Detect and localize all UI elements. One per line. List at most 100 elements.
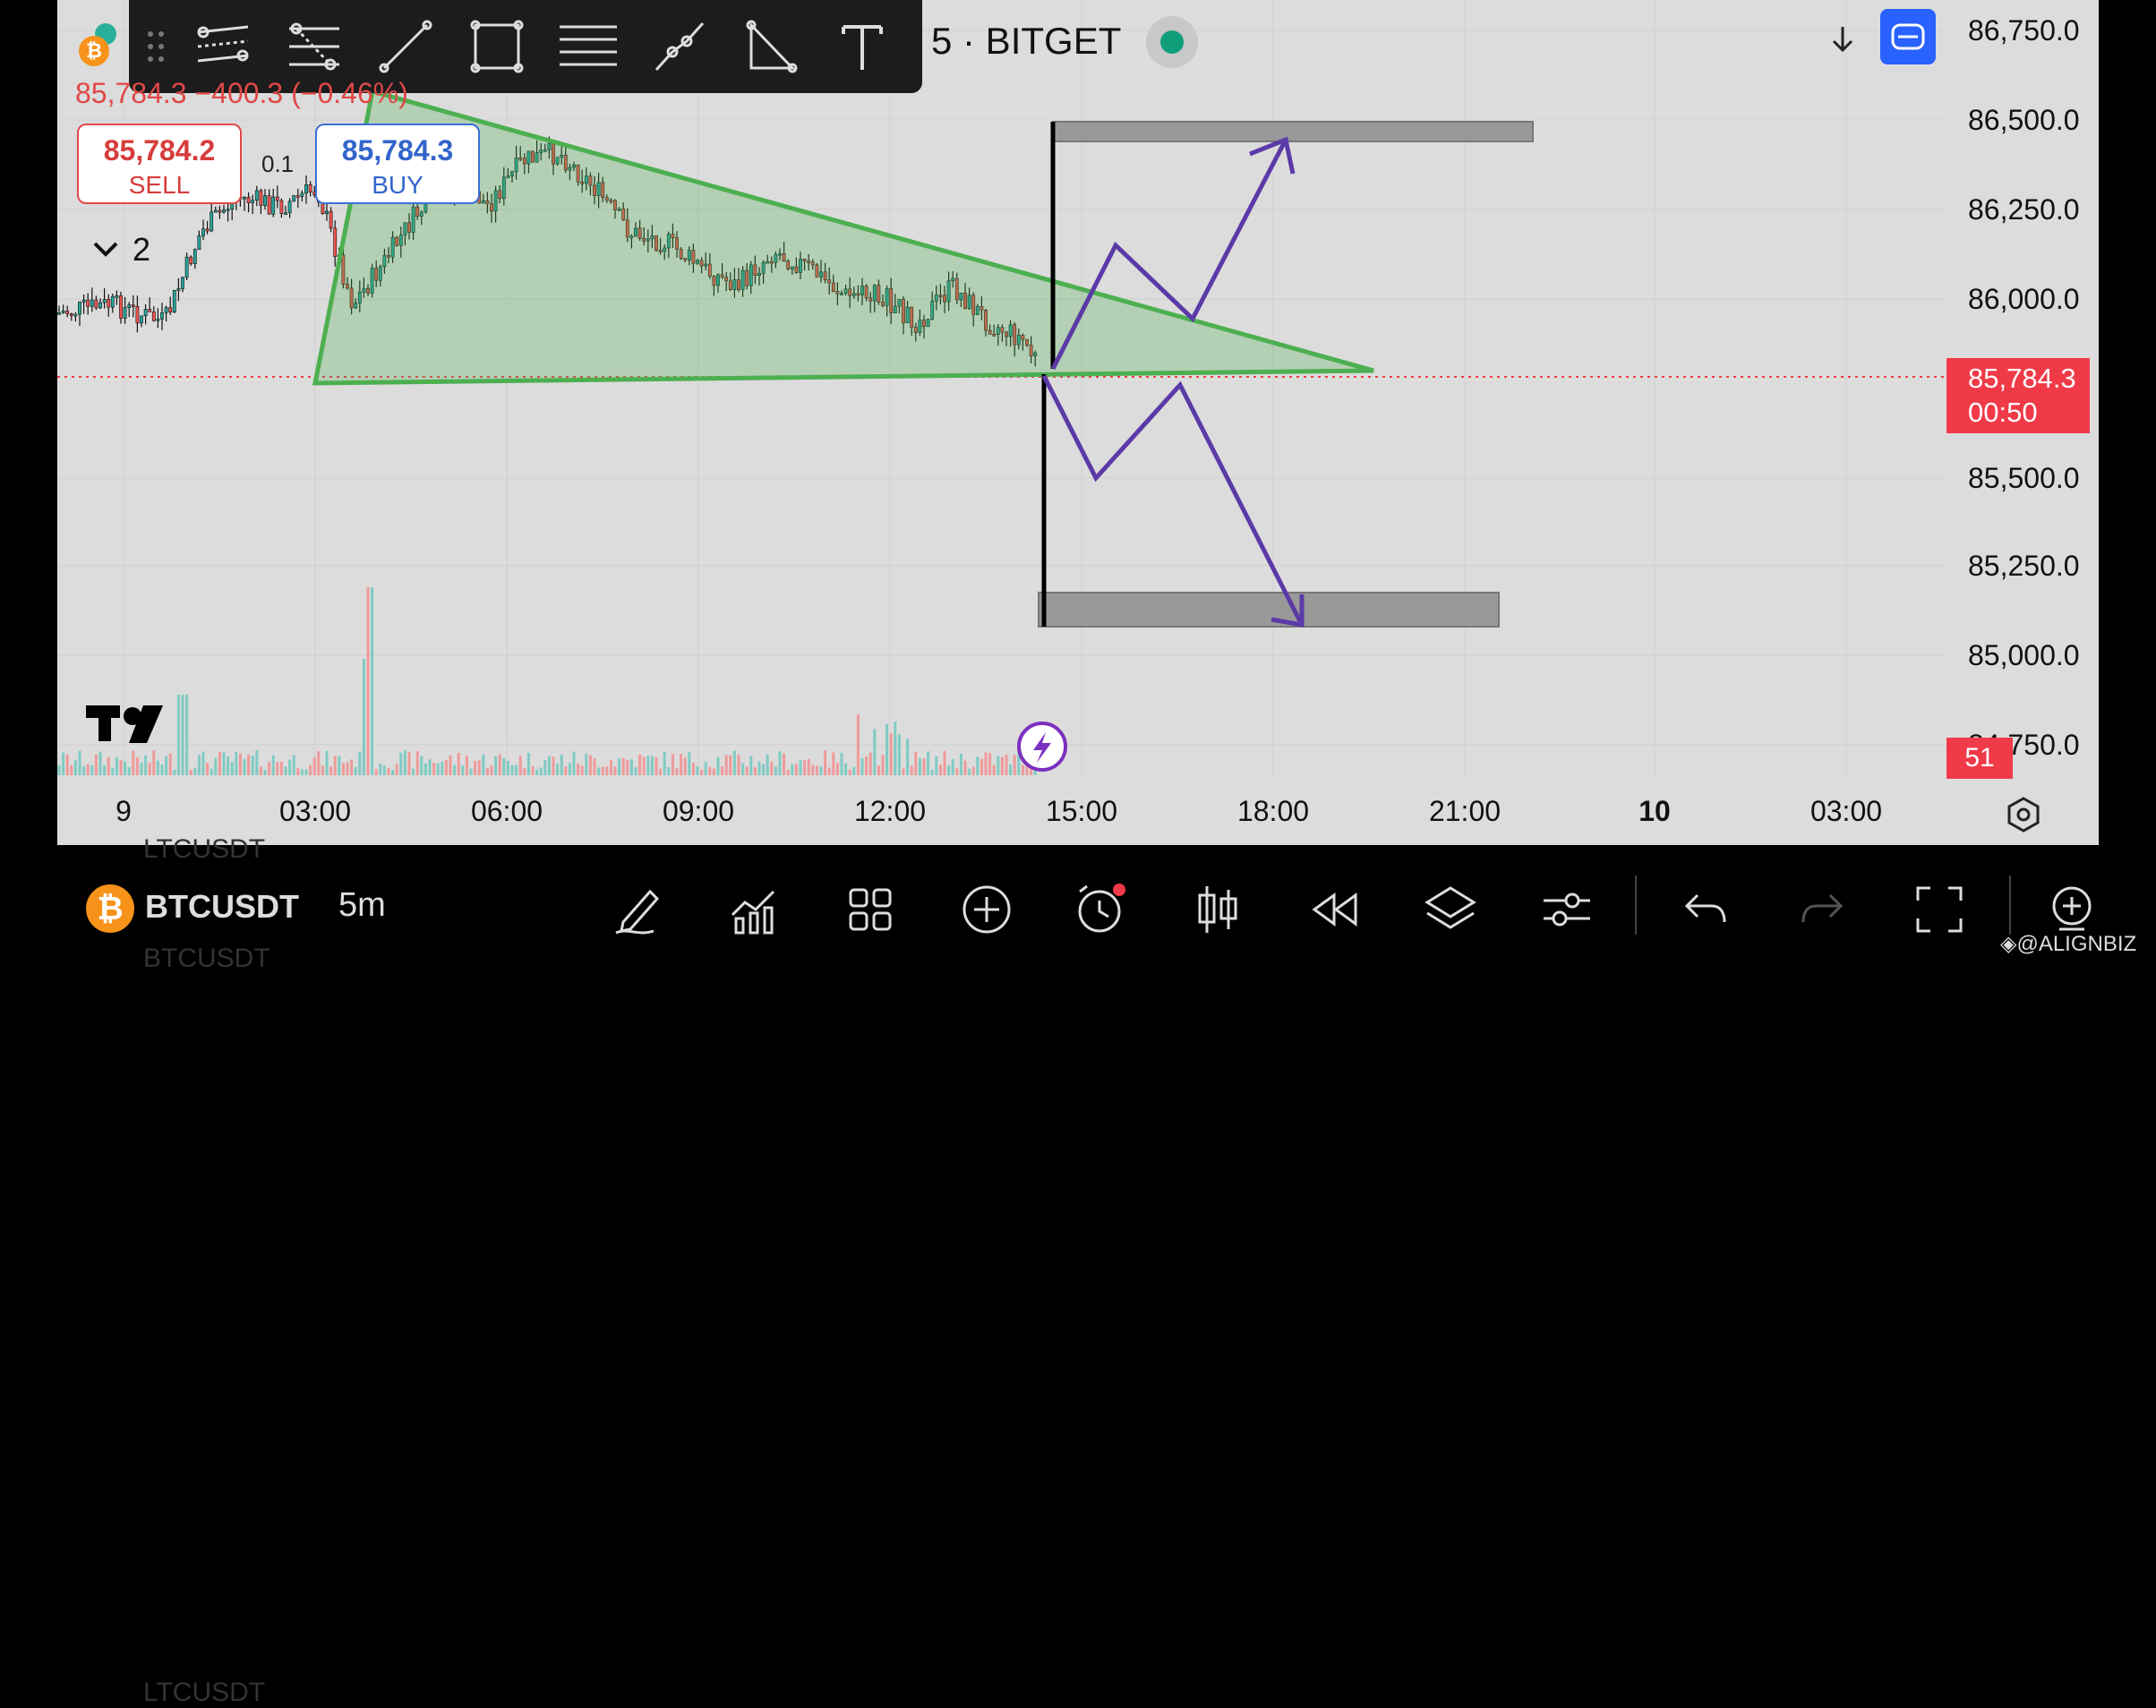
candle-body	[131, 304, 135, 307]
bearish-projection-path[interactable]	[1041, 374, 1305, 627]
candle-body	[325, 210, 329, 214]
draw-icon[interactable]	[600, 872, 675, 947]
bar-countdown: 00:50	[1968, 397, 2038, 428]
volume-bar	[193, 767, 197, 775]
path-icon[interactable]	[639, 6, 720, 87]
volume-bar	[757, 761, 761, 775]
volume-bar	[457, 752, 460, 775]
last-price-tag: 85,784.3 00:50	[1946, 358, 2090, 433]
candle-body	[57, 312, 61, 315]
volume-bar	[971, 766, 975, 775]
chart-type-icon[interactable]	[1180, 872, 1255, 947]
volume-bar	[976, 756, 980, 775]
rectangle-icon[interactable]	[457, 6, 537, 87]
candle-body	[271, 196, 276, 215]
undo-icon[interactable]	[1667, 872, 1742, 947]
drag-handle-icon[interactable]	[138, 6, 174, 87]
volume-bar	[165, 756, 168, 775]
regression-trend-icon[interactable]	[274, 6, 355, 87]
volume-bar	[889, 733, 893, 775]
indicators-icon[interactable]	[716, 872, 791, 947]
volume-bar	[609, 760, 612, 775]
arrow-down-icon[interactable]	[1825, 21, 1861, 57]
volume-bar	[465, 755, 468, 775]
volume-bar	[338, 756, 341, 775]
layers-icon[interactable]	[1413, 872, 1488, 947]
candle-body	[168, 307, 173, 312]
volume-bar	[774, 766, 777, 775]
volume-bar	[333, 756, 337, 775]
volume-bar	[659, 768, 663, 775]
volume-bar	[57, 764, 61, 775]
volume-bar	[292, 755, 295, 775]
volume-bar	[868, 752, 872, 775]
parallel-channel-icon[interactable]	[183, 6, 263, 87]
sync-icon[interactable]	[1880, 9, 1936, 64]
volume-bar	[300, 769, 304, 775]
volume-bar	[160, 764, 164, 775]
alert-icon[interactable]	[1064, 872, 1139, 947]
volume-tag: 51	[1946, 738, 2013, 779]
redo-icon[interactable]	[1785, 872, 1861, 947]
volume-bar	[189, 769, 192, 775]
volume-bar	[424, 763, 427, 775]
volume-bar	[135, 756, 139, 775]
volume-bar	[148, 763, 151, 775]
volume-bar	[387, 767, 390, 775]
volume-bar	[65, 754, 69, 775]
candle-body	[151, 312, 156, 321]
add-icon[interactable]	[949, 872, 1024, 947]
volume-bar	[312, 757, 316, 775]
buy-button[interactable]: 85,784.3 BUY	[315, 124, 480, 204]
volume-bar	[296, 767, 300, 775]
volume-bar	[613, 766, 617, 775]
candle-body	[251, 200, 255, 203]
sell-button[interactable]: 85,784.2 SELL	[77, 124, 242, 204]
volume-bar	[201, 751, 205, 775]
candle-body	[292, 195, 296, 202]
layout-icon[interactable]	[833, 872, 908, 947]
volume-bar	[263, 769, 267, 775]
candle-body	[140, 315, 143, 324]
volume-bar	[894, 722, 897, 775]
indicators-toggle[interactable]: 2	[90, 231, 150, 269]
triangle-pattern-icon[interactable]	[731, 6, 811, 87]
horizontal-lines-icon[interactable]	[548, 6, 629, 87]
volume-bar	[844, 763, 848, 775]
price-axis-label: 85,500.0	[1968, 462, 2080, 494]
upper-target-zone[interactable]	[1052, 121, 1534, 142]
symbol-selector[interactable]: BTCUSDT	[145, 888, 299, 926]
btc-logo-icon: ₿	[86, 884, 134, 933]
tradingview-logo	[86, 705, 163, 743]
fullscreen-icon[interactable]	[1902, 872, 1977, 947]
trend-line-icon[interactable]	[365, 6, 446, 87]
replay-icon[interactable]	[1296, 872, 1372, 947]
settings-sliders-icon[interactable]	[1529, 872, 1604, 947]
text-tool-icon[interactable]	[822, 6, 903, 87]
volume-bar	[634, 767, 637, 775]
volume-bar	[526, 752, 530, 775]
chart-settings-icon[interactable]	[2004, 795, 2043, 834]
symbol-title[interactable]: 5 · BITGET	[931, 20, 1121, 63]
lower-target-zone[interactable]	[1038, 592, 1500, 628]
volume-bar	[794, 764, 798, 775]
volume-bar	[399, 752, 403, 775]
candle-body	[329, 210, 333, 229]
volume-bar	[535, 769, 539, 775]
interval-selector[interactable]: 5m	[338, 886, 386, 925]
volume-bar	[490, 764, 493, 775]
volume-bar	[107, 756, 110, 775]
volume-bar	[132, 750, 135, 775]
candle-body	[259, 190, 263, 206]
volume-bar	[601, 766, 604, 775]
chevron-down-icon	[93, 242, 118, 257]
volume-bar	[786, 769, 790, 775]
volume-bar	[115, 756, 118, 775]
market-status-dot[interactable]	[1146, 16, 1198, 68]
volume-bar	[642, 756, 646, 775]
volume-bar	[317, 751, 321, 775]
volume-bar	[799, 760, 802, 775]
volume-bar	[152, 750, 156, 775]
volume-bar	[577, 764, 580, 775]
volume-bar	[210, 768, 213, 775]
